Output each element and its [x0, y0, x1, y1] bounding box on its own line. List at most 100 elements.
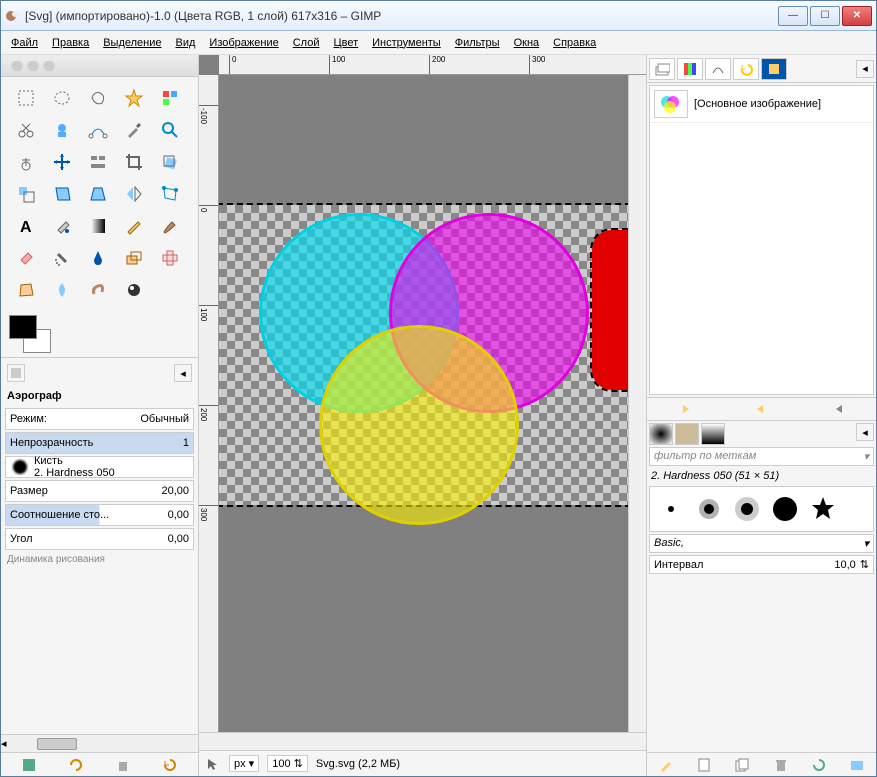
maximize-button[interactable]: ☐	[810, 6, 840, 26]
menu-help[interactable]: Справка	[547, 34, 602, 52]
tool-color-select[interactable]	[153, 83, 187, 113]
tool-options-menu[interactable]: ◂	[174, 364, 192, 382]
restore-preset-icon[interactable]	[68, 757, 84, 773]
reset-preset-icon[interactable]	[162, 757, 178, 773]
tool-zoom[interactable]	[153, 115, 187, 145]
edit-brush-icon[interactable]	[658, 757, 674, 773]
new-brush-icon[interactable]	[696, 757, 712, 773]
pointer-icon	[205, 756, 221, 772]
tool-smudge[interactable]	[81, 275, 115, 305]
brushes-tab[interactable]	[649, 423, 673, 445]
color-swatch	[9, 315, 190, 353]
tool-scissors[interactable]	[9, 115, 43, 145]
tab-channels[interactable]	[677, 58, 703, 80]
brush-item[interactable]	[806, 492, 840, 526]
hand-next-icon[interactable]	[753, 401, 769, 417]
tool-pencil[interactable]	[117, 211, 151, 241]
layer-item[interactable]: [Основное изображение]	[650, 86, 873, 123]
brush-filter-input[interactable]: фильтр по меткам▾	[649, 447, 874, 466]
brush-item[interactable]	[730, 492, 764, 526]
tool-perspective-clone[interactable]	[9, 275, 43, 305]
tab-layers[interactable]	[649, 58, 675, 80]
close-button[interactable]: ✕	[842, 6, 872, 26]
interval-row[interactable]: Интервал 10,0 ⇅	[649, 555, 874, 574]
tab-paths[interactable]	[705, 58, 731, 80]
tool-dodge[interactable]	[117, 275, 151, 305]
gradients-tab[interactable]	[701, 423, 725, 445]
left-panel-scrollbar[interactable]: ◂	[1, 734, 198, 752]
tool-shear[interactable]	[45, 179, 79, 209]
brush-item[interactable]	[654, 492, 688, 526]
tool-blend[interactable]	[81, 211, 115, 241]
menu-view[interactable]: Вид	[170, 34, 202, 52]
tool-eraser[interactable]	[9, 243, 43, 273]
tool-options-tab[interactable]	[7, 364, 25, 382]
ruler-horizontal: 0 100 200 300	[219, 55, 646, 75]
tab-images[interactable]	[761, 58, 787, 80]
tool-fuzzy-select[interactable]	[117, 83, 151, 113]
menu-image[interactable]: Изображение	[203, 34, 284, 52]
horizontal-scrollbar[interactable]	[219, 733, 646, 750]
refresh-brush-icon[interactable]	[811, 757, 827, 773]
brush-tabs-menu[interactable]: ◂	[856, 423, 874, 441]
delete-brush-icon[interactable]	[773, 757, 789, 773]
tool-color-picker[interactable]	[117, 115, 151, 145]
tool-airbrush[interactable]	[45, 243, 79, 273]
menu-tools[interactable]: Инструменты	[366, 34, 447, 52]
tool-blur[interactable]	[45, 275, 79, 305]
tool-bucket-fill[interactable]	[45, 211, 79, 241]
tool-clone[interactable]	[117, 243, 151, 273]
menu-layer[interactable]: Слой	[287, 34, 326, 52]
menu-filters[interactable]: Фильтры	[449, 34, 506, 52]
tool-free-select[interactable]	[81, 83, 115, 113]
menu-edit[interactable]: Правка	[46, 34, 95, 52]
tool-measure[interactable]	[9, 147, 43, 177]
tool-foreground-select[interactable]	[45, 115, 79, 145]
opacity-slider[interactable]: Непрозрачность 1	[5, 432, 194, 454]
tool-paintbrush[interactable]	[153, 211, 187, 241]
hand-last-icon[interactable]	[830, 401, 846, 417]
tool-rotate[interactable]	[153, 147, 187, 177]
open-as-image-icon[interactable]	[849, 757, 865, 773]
brush-item[interactable]	[768, 492, 802, 526]
tool-ink[interactable]	[81, 243, 115, 273]
tool-heal[interactable]	[153, 243, 187, 273]
menu-windows[interactable]: Окна	[508, 34, 546, 52]
minimize-button[interactable]: —	[778, 6, 808, 26]
vertical-scrollbar[interactable]	[628, 75, 646, 732]
brush-row[interactable]: Кисть2. Hardness 050	[5, 456, 194, 478]
angle-row[interactable]: Угол 0,00	[5, 528, 194, 550]
fg-color[interactable]	[9, 315, 37, 339]
patterns-tab[interactable]	[675, 423, 699, 445]
canvas[interactable]	[219, 75, 628, 732]
layer-nav-icons	[647, 397, 876, 421]
tool-flip[interactable]	[117, 179, 151, 209]
size-row[interactable]: Размер 20,00	[5, 480, 194, 502]
tool-crop[interactable]	[117, 147, 151, 177]
hand-prev-icon[interactable]	[677, 401, 693, 417]
unit-select[interactable]: px ▾	[229, 755, 259, 772]
tool-rect-select[interactable]	[9, 83, 43, 113]
tool-paths[interactable]	[81, 115, 115, 145]
mode-row[interactable]: Режим: Обычный	[5, 408, 194, 430]
aspect-row[interactable]: Соотношение сто... 0,00	[5, 504, 194, 526]
menu-file[interactable]: Файл	[5, 34, 44, 52]
tool-text[interactable]: A	[9, 211, 43, 241]
save-preset-icon[interactable]	[21, 757, 37, 773]
tab-undo[interactable]	[733, 58, 759, 80]
tool-perspective[interactable]	[81, 179, 115, 209]
menu-select[interactable]: Выделение	[97, 34, 167, 52]
menu-colors[interactable]: Цвет	[327, 34, 364, 52]
duplicate-brush-icon[interactable]	[734, 757, 750, 773]
brush-item[interactable]	[692, 492, 726, 526]
tool-move[interactable]	[45, 147, 79, 177]
right-tabs-menu[interactable]: ◂	[856, 60, 874, 78]
dynamics-label: Динамика рисования	[5, 552, 194, 567]
tool-scale[interactable]	[9, 179, 43, 209]
tool-ellipse-select[interactable]	[45, 83, 79, 113]
tool-align[interactable]	[81, 147, 115, 177]
delete-preset-icon[interactable]	[115, 757, 131, 773]
zoom-select[interactable]: 100 ⇅	[267, 755, 308, 772]
brush-set-name[interactable]: Basic,▾	[649, 534, 874, 553]
tool-cage[interactable]	[153, 179, 187, 209]
